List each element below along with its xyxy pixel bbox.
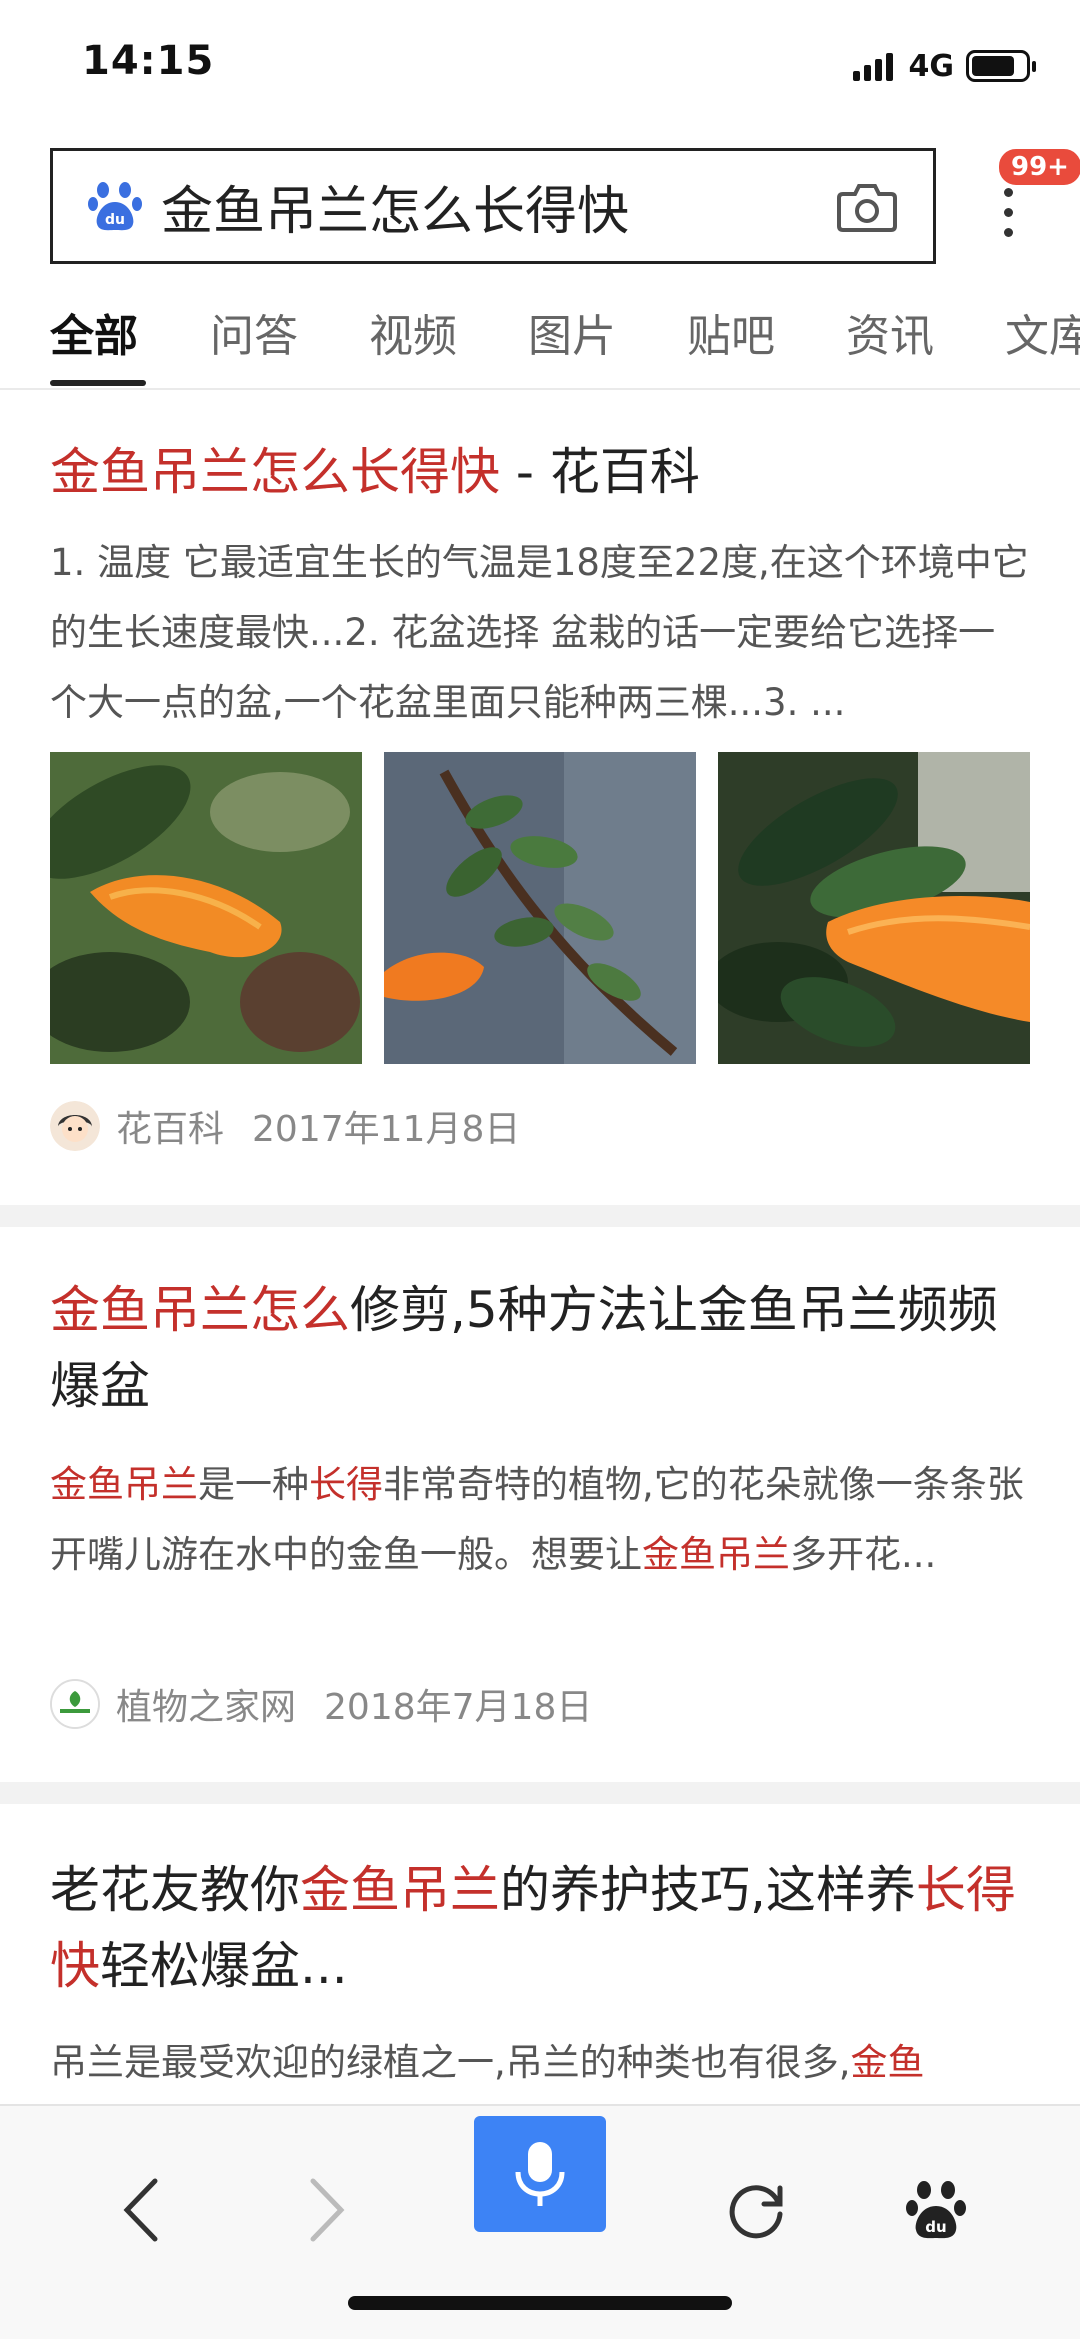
baidu-paw-icon: du xyxy=(906,2181,966,2239)
title-text: 轻松爆盆... xyxy=(100,1937,348,1995)
active-tab-indicator xyxy=(50,380,146,386)
flower-image[interactable] xyxy=(384,752,696,1064)
publish-date: 2017年11月8日 xyxy=(252,1109,521,1150)
desc-highlight: 金鱼吊兰 xyxy=(50,1463,198,1506)
title-highlight: 金鱼吊兰 xyxy=(300,1861,500,1919)
more-dots-icon xyxy=(1004,188,1013,248)
result-divider xyxy=(0,1782,1080,1804)
result-title[interactable]: 金鱼吊兰怎么长得快 - 花百科 xyxy=(50,434,1030,510)
status-time: 14:15 xyxy=(82,38,215,84)
network-type: 4G xyxy=(908,48,955,84)
result-description: 吊兰是最受欢迎的绿植之一,吊兰的种类也有很多,金鱼 xyxy=(50,2028,1030,2098)
search-query-text[interactable]: 金鱼吊兰怎么长得快 xyxy=(161,169,837,244)
refresh-icon xyxy=(729,2185,783,2239)
tab-news[interactable]: 资讯 xyxy=(846,300,934,364)
source-avatar xyxy=(50,1679,100,1729)
status-indicators: 4G xyxy=(852,46,1036,86)
category-tabs: 全部 问答 视频 图片 贴吧 资讯 文库 xyxy=(0,290,1080,390)
tab-qa[interactable]: 问答 xyxy=(210,300,298,364)
search-input[interactable]: du 金鱼吊兰怎么长得快 xyxy=(50,148,936,264)
camera-icon[interactable] xyxy=(837,180,897,232)
title-highlight: 金鱼吊兰怎么 xyxy=(50,1281,350,1339)
tab-tieba[interactable]: 贴吧 xyxy=(687,300,775,364)
publish-date: 2018年7月18日 xyxy=(324,1687,593,1728)
desc-highlight: 金鱼 xyxy=(850,2041,925,2084)
desc-highlight: 金鱼吊兰 xyxy=(642,1533,790,1576)
title-text: - 花百科 xyxy=(500,443,700,501)
back-arrow-icon xyxy=(123,2178,158,2242)
result-source[interactable]: 植物之家网 2018年7月18日 xyxy=(50,1676,592,1732)
back-button[interactable] xyxy=(80,2150,200,2270)
baidu-paw-icon: du xyxy=(88,182,142,231)
baidu-home-button[interactable]: du xyxy=(876,2150,996,2270)
svg-text:du: du xyxy=(105,212,125,228)
tab-wenku[interactable]: 文库 xyxy=(1005,300,1080,364)
signal-icon xyxy=(852,51,897,81)
result-title[interactable]: 老花友教你金鱼吊兰的养护技巧,这样养长得快轻松爆盆... xyxy=(50,1852,1030,2004)
source-avatar xyxy=(50,1101,100,1151)
battery-icon xyxy=(966,50,1036,82)
notification-badge: 99+ xyxy=(996,146,1080,188)
voice-search-button[interactable] xyxy=(474,2116,606,2232)
desc-text: 吊兰是最受欢迎的绿植之一,吊兰的种类也有很多, xyxy=(50,2041,851,2084)
microphone-icon xyxy=(515,2142,565,2206)
flower-image[interactable] xyxy=(50,752,362,1064)
result-description: 1. 温度 它最适宜生长的气温是18度至22度,在这个环境中它的生长速度最快..… xyxy=(50,541,1029,724)
svg-text:du: du xyxy=(925,2218,946,2236)
desc-highlight: 长得 xyxy=(309,1463,383,1506)
tab-video[interactable]: 视频 xyxy=(369,300,457,364)
source-name: 植物之家网 xyxy=(116,1687,297,1728)
desc-text: 多开花... xyxy=(790,1533,937,1576)
source-name: 花百科 xyxy=(116,1109,225,1150)
title-text: 的养护技巧,这样养 xyxy=(500,1861,916,1919)
result-divider xyxy=(0,1205,1080,1227)
home-indicator xyxy=(348,2296,732,2310)
refresh-button[interactable] xyxy=(696,2150,816,2270)
result-title[interactable]: 金鱼吊兰怎么修剪,5种方法让金鱼吊兰频频爆盆 xyxy=(50,1272,1030,1424)
result-image-row xyxy=(50,752,1030,1064)
desc-text: 是一种 xyxy=(198,1463,309,1506)
title-highlight: 金鱼吊兰怎么长得快 xyxy=(50,443,500,501)
title-text: 老花友教你 xyxy=(50,1861,300,1919)
status-bar: 14:15 4G xyxy=(0,0,1080,130)
flower-image[interactable] xyxy=(718,752,1030,1064)
forward-button[interactable] xyxy=(268,2150,388,2270)
result-description: 金鱼吊兰是一种长得非常奇特的植物,它的花朵就像一条条张开嘴儿游在水中的金鱼一般。… xyxy=(50,1450,1030,1590)
tab-all[interactable]: 全部 xyxy=(50,300,138,364)
forward-arrow-icon xyxy=(310,2178,345,2242)
tab-images[interactable]: 图片 xyxy=(528,300,616,364)
result-source[interactable]: 花百科 2017年11月8日 xyxy=(50,1098,520,1154)
